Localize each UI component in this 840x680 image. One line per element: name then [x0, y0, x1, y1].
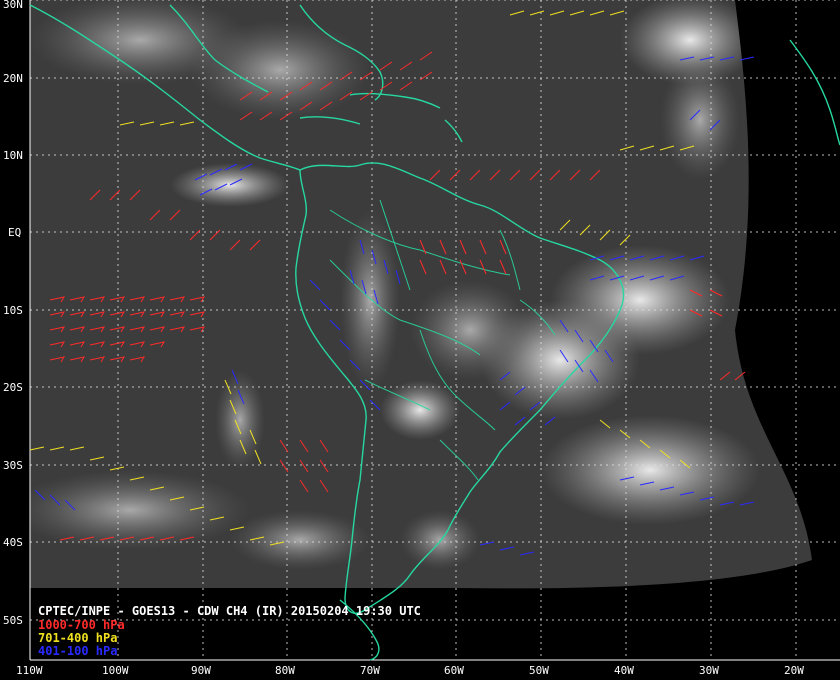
lat-label: 10S [3, 304, 23, 317]
lat-label: 10N [3, 149, 23, 162]
longitude-labels: 110W 100W 90W 80W 70W 60W 50W 40W 30W 20… [16, 664, 804, 677]
lon-label: 70W [360, 664, 380, 677]
lon-label: 90W [191, 664, 211, 677]
lon-label: 110W [16, 664, 43, 677]
map-title: CPTEC/INPE - GOES13 - CDW CH4 (IR) 20150… [38, 604, 421, 618]
lat-label: 50S [3, 614, 23, 627]
lon-label: 30W [699, 664, 719, 677]
lon-label: 100W [102, 664, 129, 677]
lat-label: 30S [3, 459, 23, 472]
satellite-map: 30N 20N 10N EQ 10S 20S 30S 40S 50S 110W … [3, 0, 840, 677]
lat-label: EQ [8, 226, 21, 239]
legend-high: 401-100 hPa [38, 644, 117, 658]
lat-label: 30N [3, 0, 23, 11]
lat-label: 40S [3, 536, 23, 549]
lon-label: 50W [529, 664, 549, 677]
lon-label: 80W [275, 664, 295, 677]
lon-label: 20W [784, 664, 804, 677]
lat-label: 20N [3, 72, 23, 85]
legend-low: 1000-700 hPa [38, 618, 125, 632]
lon-label: 60W [444, 664, 464, 677]
lat-label: 20S [3, 381, 23, 394]
lon-label: 40W [614, 664, 634, 677]
legend-mid: 701-400 hPa [38, 631, 117, 645]
latitude-labels: 30N 20N 10N EQ 10S 20S 30S 40S 50S [3, 0, 23, 627]
